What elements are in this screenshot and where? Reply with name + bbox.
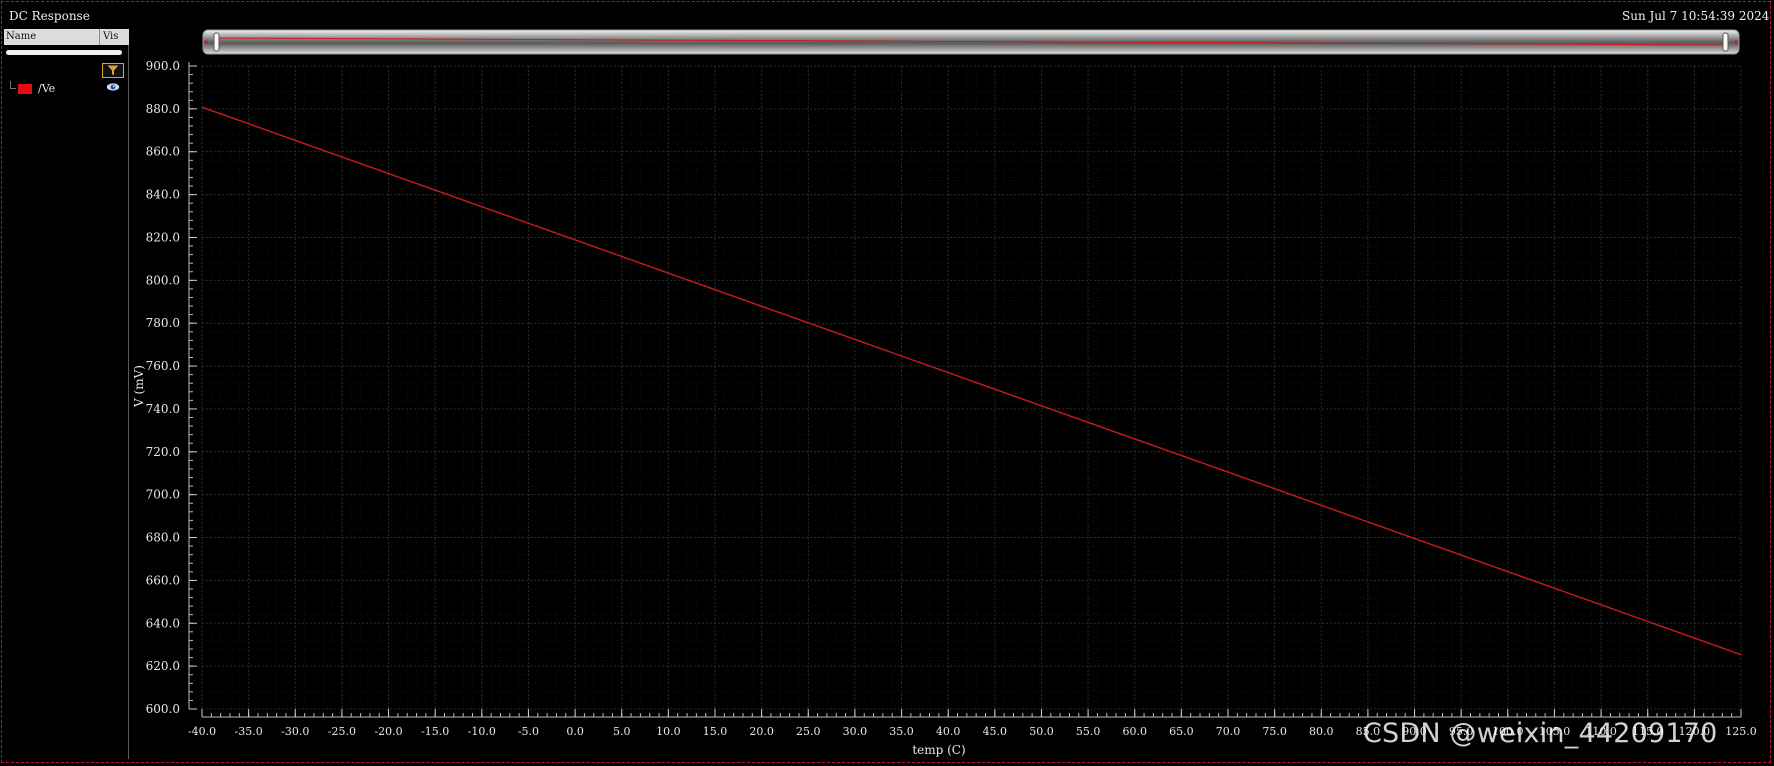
y-tick-label: 600.0 xyxy=(146,702,180,716)
x-tick-label: 45.0 xyxy=(983,725,1008,738)
x-tick-label: 10.0 xyxy=(656,725,681,738)
dc-response-chart: 600.0 620.0 640.0 660.0 680.0 700.0 720.0 740.0… xyxy=(132,59,1757,757)
y-tick-label: 700.0 xyxy=(146,488,180,502)
y-tick-label: 860.0 xyxy=(146,145,180,159)
x-tick-label: 15.0 xyxy=(703,725,728,738)
x-tick-label: 60.0 xyxy=(1122,725,1147,738)
y-tick-label: 760.0 xyxy=(146,359,180,373)
y-tick-label: 740.0 xyxy=(146,402,180,416)
y-tick-label: 640.0 xyxy=(146,616,180,630)
y-tick-label: 720.0 xyxy=(146,445,180,459)
y-tick-label: 800.0 xyxy=(146,273,180,287)
y-axis-label: V (mV) xyxy=(132,365,146,408)
x-tick-label: 35.0 xyxy=(889,725,914,738)
y-tick-label: 840.0 xyxy=(146,188,180,202)
x-tick-label: 40.0 xyxy=(936,725,961,738)
x-tick-label: 125.0 xyxy=(1725,725,1757,738)
x-tick-label: 30.0 xyxy=(843,725,868,738)
grid-major xyxy=(201,65,1742,710)
y-tick-label: 620.0 xyxy=(146,659,180,673)
x-tick-label: 55.0 xyxy=(1076,725,1101,738)
y-tick-label: 660.0 xyxy=(146,573,180,587)
x-tick-label: 20.0 xyxy=(749,725,774,738)
x-tick-label: 70.0 xyxy=(1216,725,1241,738)
x-tick-label: -10.0 xyxy=(468,725,496,738)
y-tick-label: 900.0 xyxy=(146,59,180,73)
watermark: CSDN @weixin_44209170 xyxy=(1363,718,1718,749)
x-tick-label: -40.0 xyxy=(188,725,216,738)
trace-ve[interactable] xyxy=(201,106,1742,656)
x-tick-label: 50.0 xyxy=(1029,725,1054,738)
x-tick-label: -25.0 xyxy=(328,725,356,738)
x-tick-label: 75.0 xyxy=(1262,725,1287,738)
y-tick-label: 680.0 xyxy=(146,531,180,545)
x-tick-label: 80.0 xyxy=(1309,725,1334,738)
x-tick-label: 65.0 xyxy=(1169,725,1194,738)
traces xyxy=(201,106,1742,656)
x-tick-label: 5.0 xyxy=(613,725,631,738)
x-axis-label: temp (C) xyxy=(912,743,965,757)
x-tick-label: 0.0 xyxy=(566,725,584,738)
y-tick-label: 780.0 xyxy=(146,316,180,330)
y-tick-label: 820.0 xyxy=(146,230,180,244)
y-tick-label: 880.0 xyxy=(146,102,180,116)
grid-minor xyxy=(201,65,1742,710)
x-tick-label: -30.0 xyxy=(281,725,309,738)
x-tick-label: -20.0 xyxy=(374,725,402,738)
x-tick-label: -5.0 xyxy=(518,725,539,738)
x-tick-label: -15.0 xyxy=(421,725,449,738)
x-tick-label: -35.0 xyxy=(235,725,263,738)
x-tick-label: 25.0 xyxy=(796,725,821,738)
